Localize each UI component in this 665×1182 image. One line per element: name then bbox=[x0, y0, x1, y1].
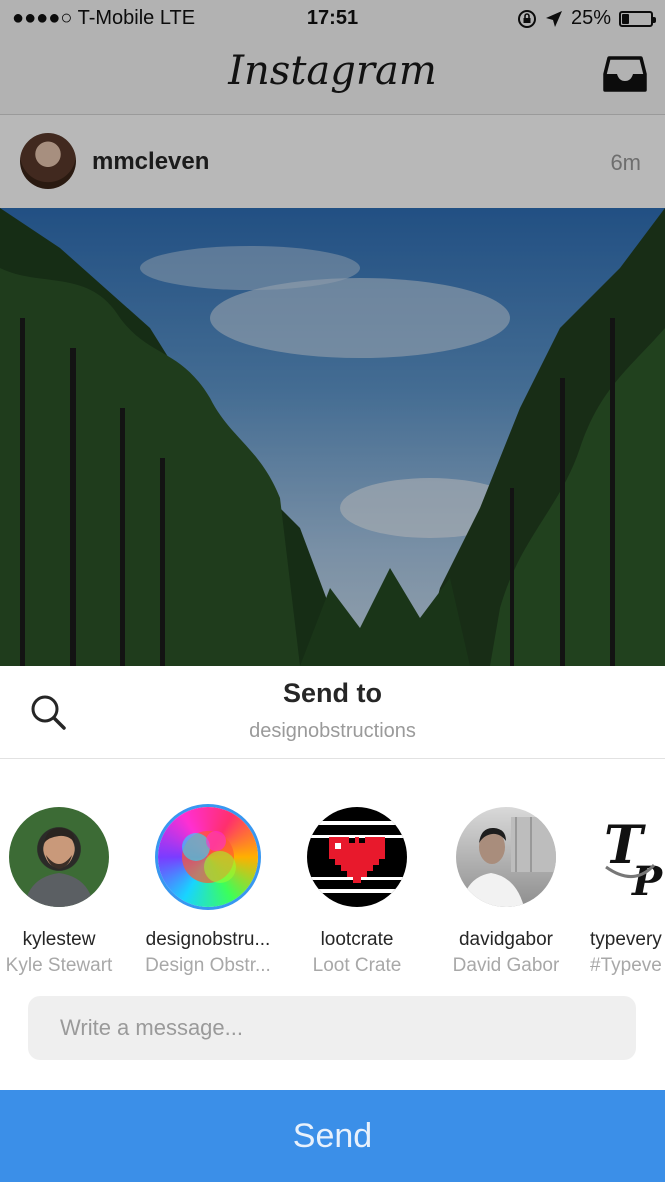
instagram-logo: Instagram bbox=[228, 48, 437, 94]
inbox-icon[interactable] bbox=[603, 54, 647, 94]
recipient-full-name: Kyle Stewart bbox=[5, 955, 113, 976]
recipient-username: typevery bbox=[590, 929, 662, 950]
status-bar: ●●●●○ T-Mobile LTE 17:51 25% bbox=[0, 0, 665, 38]
share-sheet-header: Send to designobstructions bbox=[0, 666, 665, 759]
rotation-lock-icon bbox=[517, 9, 536, 28]
nav-bar: Instagram bbox=[0, 38, 665, 115]
recipient-kylestew[interactable]: kylestew Kyle Stewart bbox=[0, 807, 124, 977]
pixel-heart-logo bbox=[307, 821, 407, 893]
recipient-avatar: T P bbox=[594, 807, 665, 907]
post-author-avatar[interactable] bbox=[20, 133, 76, 189]
recipient-list[interactable]: kylestew Kyle Stewart designobstru... De… bbox=[0, 759, 665, 979]
status-right: 25% bbox=[517, 7, 656, 30]
recipient-username: davidgabor bbox=[458, 929, 554, 950]
recipient-davidgabor[interactable]: davidgabor David Gabor bbox=[441, 807, 571, 977]
location-arrow-icon bbox=[545, 10, 562, 27]
recipient-full-name: David Gabor bbox=[452, 955, 560, 976]
post-timestamp: 6m bbox=[610, 150, 641, 175]
recipient-designobstructions[interactable]: designobstru... Design Obstr... bbox=[143, 807, 273, 977]
recipient-username: kylestew bbox=[22, 929, 96, 950]
recipient-username: designobstru... bbox=[145, 929, 271, 950]
svg-text:P: P bbox=[631, 858, 664, 905]
recipient-avatar bbox=[456, 807, 556, 907]
recipient-username: lootcrate bbox=[320, 929, 394, 950]
share-sheet-title: Send to bbox=[283, 678, 382, 708]
pine-trees-photo bbox=[0, 208, 665, 666]
battery-icon bbox=[619, 10, 656, 27]
abstract-art-image bbox=[182, 831, 236, 883]
recipient-avatar bbox=[158, 807, 258, 907]
battery-fill bbox=[622, 13, 629, 24]
recipient-full-name: Loot Crate bbox=[312, 955, 402, 976]
message-input[interactable] bbox=[28, 996, 636, 1060]
typography-logo: T P bbox=[604, 815, 664, 905]
post-header: mmcleven 6m bbox=[0, 115, 665, 208]
recipient-full-name: #Typeve bbox=[590, 955, 662, 976]
post-photo[interactable] bbox=[0, 208, 665, 666]
recipient-typevery[interactable]: T P typevery #Typeve bbox=[590, 807, 665, 977]
recipient-avatar bbox=[9, 807, 109, 907]
recipient-lootcrate[interactable]: lootcrate Loot Crate bbox=[292, 807, 422, 977]
recipient-full-name: Design Obstr... bbox=[145, 955, 271, 976]
share-sheet: Send to designobstructions kylestew Kyle… bbox=[0, 666, 665, 1182]
send-button[interactable]: Send bbox=[0, 1090, 665, 1182]
battery-percent: 25% bbox=[570, 7, 611, 29]
recipient-avatar bbox=[307, 807, 407, 907]
person-photo bbox=[24, 827, 94, 907]
share-sheet-subtitle: designobstructions bbox=[249, 720, 416, 742]
person-photo-bw bbox=[461, 817, 556, 907]
post-author-username[interactable]: mmcleven bbox=[92, 148, 209, 176]
